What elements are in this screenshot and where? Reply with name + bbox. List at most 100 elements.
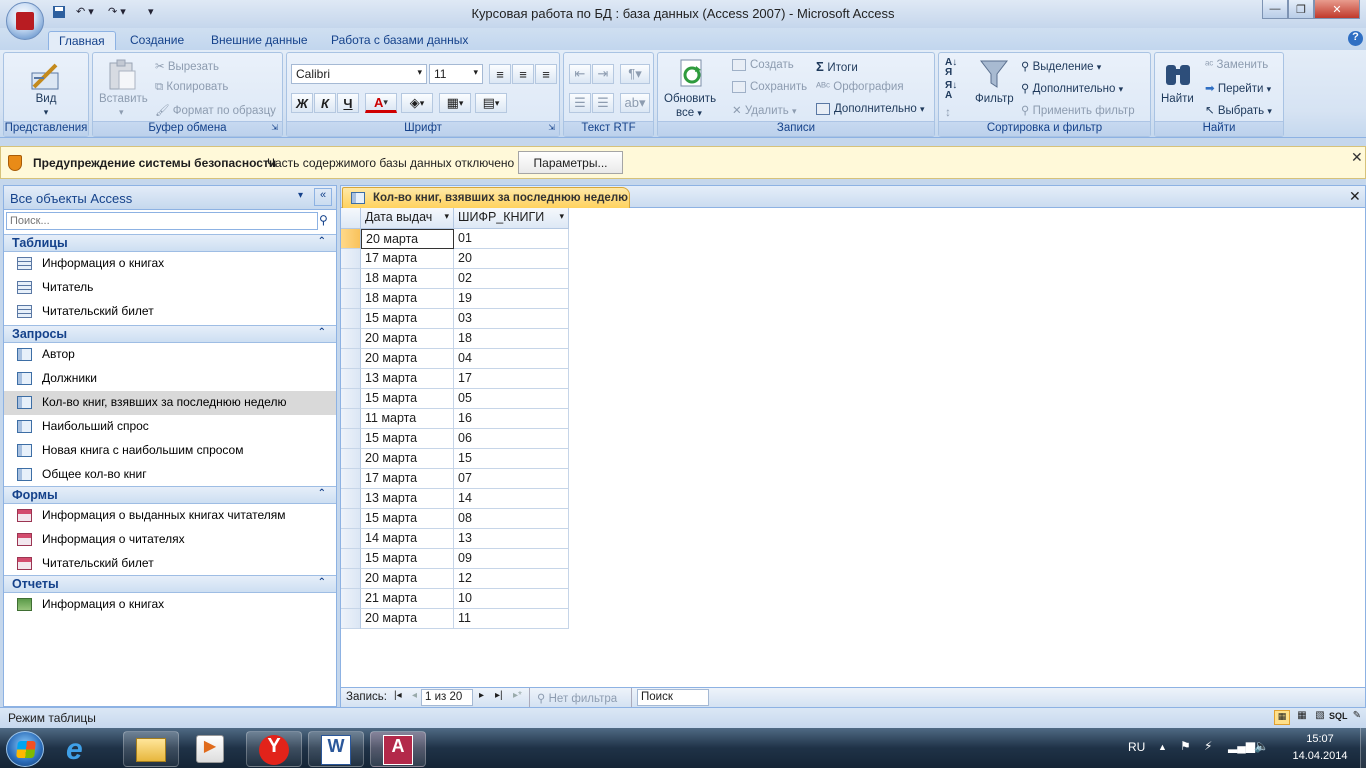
row-selector[interactable]: [341, 549, 361, 569]
cut-button[interactable]: ✂ Вырезать: [155, 59, 219, 73]
customize-qat-icon[interactable]: ▾: [148, 5, 154, 21]
cell-date[interactable]: 20 марта: [361, 229, 454, 249]
nav-item-query[interactable]: Новая книга с наибольшим спросом: [4, 439, 336, 463]
table-row[interactable]: 18 марта 02: [341, 269, 569, 289]
copy-button[interactable]: ⧉ Копировать: [155, 81, 228, 94]
sort-ascending-icon[interactable]: A↓ Я: [945, 58, 957, 78]
alternate-row-color-icon[interactable]: ▤ ▾: [475, 93, 507, 113]
cell-date[interactable]: 14 марта: [361, 529, 454, 549]
cell-book-code[interactable]: 10: [454, 589, 569, 609]
view-button[interactable]: Вид: [4, 93, 88, 105]
row-selector[interactable]: [341, 529, 361, 549]
filter-status[interactable]: ⚲ Нет фильтра: [537, 691, 617, 705]
office-button[interactable]: [6, 2, 44, 40]
table-row[interactable]: 15 марта 09: [341, 549, 569, 569]
table-row[interactable]: 11 марта 16: [341, 409, 569, 429]
table-row[interactable]: 18 марта 19: [341, 289, 569, 309]
cell-book-code[interactable]: 01: [454, 229, 569, 249]
select-button[interactable]: ↖ Выбрать ▾: [1205, 103, 1272, 117]
cell-date[interactable]: 13 марта: [361, 489, 454, 509]
decrease-indent-icon[interactable]: ⇤: [569, 64, 591, 84]
show-hidden-icons-icon[interactable]: ▲: [1158, 742, 1167, 752]
cell-book-code[interactable]: 09: [454, 549, 569, 569]
row-selector[interactable]: [341, 329, 361, 349]
row-selector[interactable]: [341, 449, 361, 469]
paragraph-direction-icon[interactable]: ¶▾: [620, 64, 650, 84]
cell-date[interactable]: 15 марта: [361, 429, 454, 449]
document-tab-active[interactable]: Кол-во книг, взявших за последнюю неделю: [342, 187, 630, 208]
nav-item-form[interactable]: Информация о читателях: [4, 528, 336, 552]
underline-button[interactable]: Ч: [337, 93, 359, 113]
section-queries[interactable]: Запросы ⌃: [4, 325, 336, 343]
cell-date[interactable]: 20 марта: [361, 449, 454, 469]
cell-date[interactable]: 15 марта: [361, 309, 454, 329]
highlight-icon[interactable]: ab▾: [620, 93, 650, 113]
nav-item-table[interactable]: Читатель: [4, 276, 336, 300]
table-row[interactable]: 15 марта 05: [341, 389, 569, 409]
bulleted-list-icon[interactable]: ☰: [592, 93, 614, 113]
table-row[interactable]: 20 марта 15: [341, 449, 569, 469]
row-selector[interactable]: [341, 369, 361, 389]
redo-icon[interactable]: ↷ ▾: [108, 5, 126, 21]
shutter-bar-close-icon[interactable]: «: [314, 188, 332, 206]
row-selector[interactable]: [341, 349, 361, 369]
cell-date[interactable]: 20 марта: [361, 349, 454, 369]
table-row[interactable]: 13 марта 17: [341, 369, 569, 389]
cell-book-code[interactable]: 15: [454, 449, 569, 469]
selection-button[interactable]: ⚲ Выделение ▾: [1021, 59, 1101, 73]
previous-record-icon[interactable]: ◂: [412, 690, 417, 701]
advanced-filter-button[interactable]: ⚲ Дополнительно ▾: [1021, 81, 1123, 95]
table-row[interactable]: 17 марта 20: [341, 249, 569, 269]
taskbar-explorer[interactable]: [123, 731, 179, 767]
nav-pane-header[interactable]: Все объекты Access ▾ «: [4, 186, 336, 210]
replace-button[interactable]: ᵃᶜ Заменить: [1205, 59, 1268, 71]
cell-book-code[interactable]: 17: [454, 369, 569, 389]
cell-book-code[interactable]: 08: [454, 509, 569, 529]
clock-time[interactable]: 15:07: [1290, 733, 1350, 745]
cell-date[interactable]: 21 марта: [361, 589, 454, 609]
column-header-book-code[interactable]: ШИФР_КНИГИ ▾: [454, 208, 569, 229]
table-row[interactable]: 15 марта 03: [341, 309, 569, 329]
language-indicator[interactable]: RU: [1128, 740, 1145, 754]
table-row[interactable]: 17 марта 07: [341, 469, 569, 489]
tab-create[interactable]: Создание: [120, 31, 194, 50]
row-selector[interactable]: [341, 309, 361, 329]
refresh-all-label[interactable]: все ▾: [676, 107, 702, 119]
flag-icon[interactable]: ⚑: [1180, 739, 1191, 753]
font-name-combo[interactable]: Calibri ▾: [291, 64, 427, 84]
cell-date[interactable]: 20 марта: [361, 609, 454, 629]
media-player-icon[interactable]: ▶: [196, 735, 224, 763]
row-selector[interactable]: [341, 289, 361, 309]
row-selector[interactable]: [341, 229, 361, 249]
filter-button[interactable]: Фильтр: [975, 93, 1014, 105]
align-center-icon[interactable]: ≡: [512, 64, 534, 84]
fill-color-icon[interactable]: ◈ ▾: [401, 93, 433, 113]
datasheet-view-icon[interactable]: ▦: [1274, 710, 1290, 725]
spelling-button[interactable]: ᴬᴮᶜ Орфография: [816, 81, 904, 93]
select-all-corner[interactable]: [341, 208, 361, 229]
table-row[interactable]: 20 марта 01: [341, 229, 569, 249]
volume-icon[interactable]: 🔈: [1254, 739, 1269, 753]
font-dialog-launcher-icon[interactable]: ⇲: [548, 123, 555, 132]
tab-external-data[interactable]: Внешние данные: [201, 31, 318, 50]
table-row[interactable]: 13 марта 14: [341, 489, 569, 509]
clear-sort-icon[interactable]: ↕: [945, 105, 951, 119]
options-button[interactable]: Параметры...: [518, 151, 623, 174]
cell-book-code[interactable]: 02: [454, 269, 569, 289]
row-selector[interactable]: [341, 609, 361, 629]
nav-item-form[interactable]: Информация о выданных книгах читателям: [4, 504, 336, 528]
column-header-date[interactable]: Дата выдач ▾: [361, 208, 454, 229]
table-row[interactable]: 20 марта 18: [341, 329, 569, 349]
close-document-icon[interactable]: ✕: [1349, 188, 1361, 205]
column-filter-dropdown-icon[interactable]: ▾: [444, 211, 449, 222]
cell-book-code[interactable]: 13: [454, 529, 569, 549]
start-button[interactable]: [6, 731, 44, 767]
bold-button[interactable]: Ж: [291, 93, 313, 113]
new-record-nav-icon[interactable]: ▸*: [513, 690, 522, 701]
dialog-launcher-icon[interactable]: ⇲: [271, 123, 278, 132]
cell-date[interactable]: 17 марта: [361, 469, 454, 489]
save-record-button[interactable]: Сохранить: [732, 81, 807, 93]
sql-view-button[interactable]: SQL: [1329, 711, 1348, 721]
cell-book-code[interactable]: 03: [454, 309, 569, 329]
minimize-button[interactable]: —: [1262, 0, 1288, 19]
